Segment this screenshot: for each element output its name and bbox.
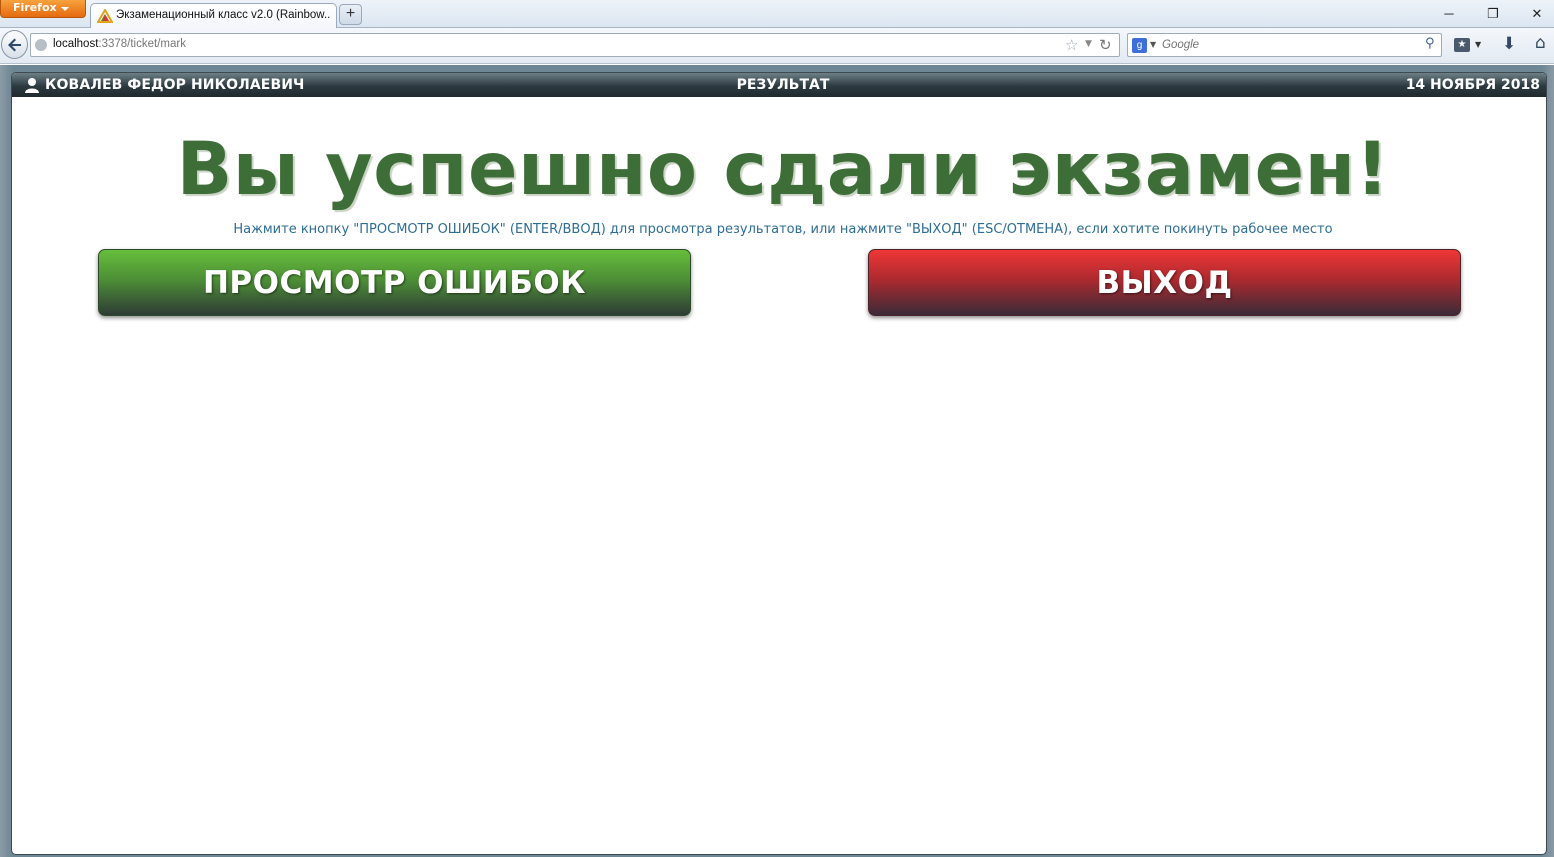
new-tab-button[interactable]: +	[339, 4, 362, 25]
back-arrow-icon	[8, 38, 21, 52]
url-bar[interactable]: localhost:3378/ticket/mark ☆ ▼ ↻	[30, 33, 1120, 57]
bookmarks-icon: ★	[1454, 38, 1470, 52]
bookmarks-button[interactable]: ★ ▼	[1454, 36, 1484, 56]
minimize-button[interactable]: ─	[1434, 4, 1464, 24]
globe-icon	[35, 39, 47, 51]
firefox-menu-label: Firefox	[13, 1, 57, 14]
search-engine-arrow-icon[interactable]: ▼	[1150, 40, 1156, 49]
header-title: РЕЗУЛЬТАТ	[736, 77, 830, 93]
tab-title: Экзаменационный класс v2.0 (Rainbow...	[116, 9, 331, 21]
search-bar: g ▼ ⚲	[1127, 33, 1442, 57]
url-text: localhost:3378/ticket/mark	[53, 38, 186, 50]
restore-button[interactable]: ❐	[1478, 4, 1508, 24]
bookmarks-arrow-icon: ▼	[1475, 40, 1482, 49]
browser-tab-bar: Firefox Экзаменационный класс v2.0 (Rain…	[0, 0, 1554, 28]
firefox-menu-button[interactable]: Firefox	[0, 0, 86, 18]
google-icon[interactable]: g	[1132, 38, 1147, 53]
exam-window: КОВАЛЕВ ФЕДОР НИКОЛАЕВИЧ РЕЗУЛЬТАТ 14 НО…	[11, 72, 1547, 855]
search-icon[interactable]: ⚲	[1425, 36, 1435, 51]
url-path: :3378/ticket/mark	[98, 38, 186, 50]
home-icon[interactable]: ⌂	[1535, 33, 1546, 53]
firefox-menu-arrow-icon	[61, 7, 69, 11]
search-input[interactable]	[1162, 35, 1417, 55]
downloads-icon[interactable]: ⬇	[1502, 34, 1516, 54]
browser-nav-bar: localhost:3378/ticket/mark ☆ ▼ ↻ g ▼ ⚲ ★…	[0, 28, 1554, 64]
bookmark-star-icon[interactable]: ☆	[1065, 36, 1078, 54]
back-button[interactable]	[1, 30, 28, 59]
result-heading: Вы успешно сдали экзамен!	[176, 127, 1390, 212]
url-host: localhost	[53, 38, 99, 50]
instruction-text: Нажмите кнопку "ПРОСМОТР ОШИБОК" (ENTER/…	[233, 222, 1333, 237]
exam-header: КОВАЛЕВ ФЕДОР НИКОЛАЕВИЧ РЕЗУЛЬТАТ 14 НО…	[12, 73, 1546, 97]
exit-button[interactable]: ВЫХОД	[868, 249, 1461, 316]
browser-tab[interactable]: Экзаменационный класс v2.0 (Rainbow...	[90, 3, 337, 28]
page-background: КОВАЛЕВ ФЕДОР НИКОЛАЕВИЧ РЕЗУЛЬТАТ 14 НО…	[0, 65, 1554, 857]
header-date: 14 НОЯБРЯ 2018	[1405, 77, 1540, 93]
close-window-button[interactable]: ✕	[1522, 4, 1552, 24]
review-errors-button[interactable]: ПРОСМОТР ОШИБОК	[98, 249, 691, 316]
history-dropdown-icon[interactable]: ▼	[1085, 39, 1092, 49]
favicon-icon	[97, 9, 113, 23]
reload-icon[interactable]: ↻	[1099, 36, 1112, 54]
